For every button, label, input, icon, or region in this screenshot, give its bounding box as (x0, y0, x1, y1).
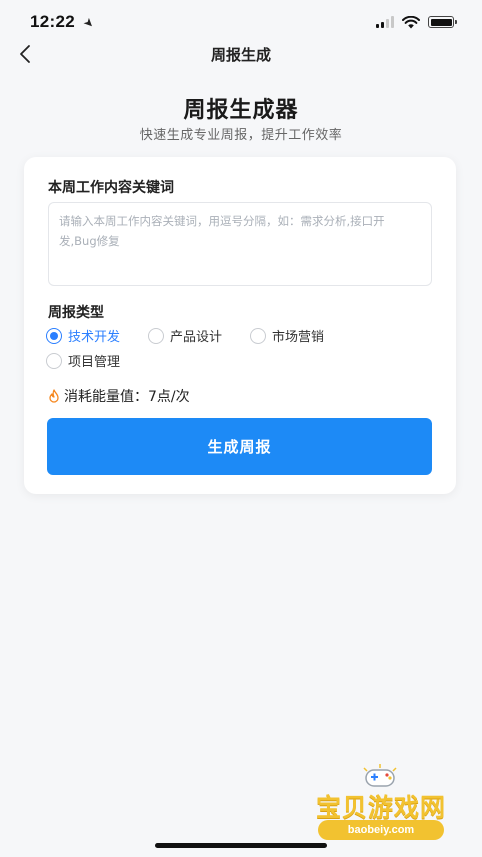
page-subtitle: 快速生成专业周报，提升工作效率 (139, 128, 343, 143)
report-type-option-product-design[interactable]: 产品设计 (148, 327, 223, 345)
keywords-label: 本周工作内容关键词 (48, 180, 174, 196)
status-icons (376, 15, 457, 29)
report-type-option-label: 市场营销 (272, 330, 325, 345)
watermark-logo: 宝贝游戏网 baobeiy.com (302, 764, 462, 844)
radio-unselected-icon (148, 327, 165, 344)
report-type-radio-group: 技术开发 产品设计 市场营销 项目管理 (46, 327, 446, 370)
fire-icon (49, 389, 59, 403)
report-type-label: 周报类型 (48, 305, 104, 321)
report-type-option-label: 技术开发 (68, 330, 121, 345)
location-arrow-icon: ➤ (80, 14, 98, 32)
nav-title: 周报生成 (210, 45, 271, 64)
energy-cost: 消耗能量值：7点/次 (48, 386, 190, 406)
watermark-url: baobeiy.com (318, 820, 444, 840)
home-indicator[interactable] (155, 843, 327, 848)
radio-unselected-icon (250, 327, 267, 344)
battery-icon (428, 16, 457, 28)
watermark-text: 宝贝游戏网 (315, 793, 446, 822)
chevron-left-icon[interactable] (14, 42, 38, 66)
gamepad-icon (363, 764, 397, 787)
keywords-input[interactable] (48, 202, 432, 286)
page-title: 周报生成器 (183, 98, 299, 123)
status-time: 12:22 (30, 12, 75, 31)
cellular-signal-icon (376, 16, 394, 28)
report-type-option-label: 项目管理 (68, 355, 121, 370)
status-time-group: 12:22 ➤ (30, 12, 98, 32)
energy-cost-text: 消耗能量值：7点/次 (64, 389, 190, 405)
report-type-option-marketing[interactable]: 市场营销 (250, 327, 325, 345)
wifi-icon (402, 15, 420, 28)
report-type-option-tech-dev[interactable]: 技术开发 (46, 327, 121, 345)
radio-unselected-icon (46, 352, 62, 369)
weekly-report-form-card: 本周工作内容关键词 周报类型 技术开发 产品设计 市场营销 项目管理 消耗能量值… (24, 157, 456, 494)
generate-report-button[interactable]: 生成周报 (47, 418, 432, 475)
report-type-option-label: 产品设计 (170, 330, 223, 345)
report-type-option-project-mgmt[interactable]: 项目管理 (46, 352, 121, 370)
radio-selected-icon (46, 327, 62, 344)
nav-bar: 周报生成 (0, 36, 482, 72)
